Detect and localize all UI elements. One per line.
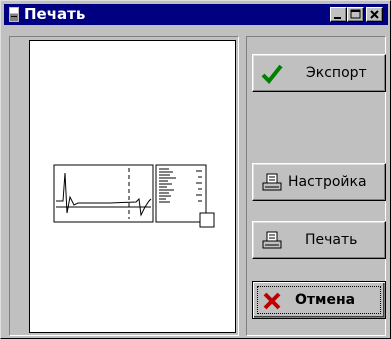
printer-icon: [262, 231, 282, 249]
print-button-label: Печать: [305, 232, 358, 248]
export-button[interactable]: Экспорт: [252, 54, 386, 92]
setup-button-label: Настройка: [288, 174, 367, 190]
printer-app-icon: [9, 7, 19, 22]
preview-panel: [9, 36, 239, 336]
window-title: Печать: [24, 5, 86, 23]
print-dialog-window: Печать Экспорт Настройка Печать Отмена: [0, 0, 391, 339]
x-icon: [263, 292, 281, 310]
minimize-button[interactable]: [330, 7, 347, 22]
print-button[interactable]: Печать: [252, 221, 386, 259]
printer-icon: [262, 173, 282, 191]
preview-graphic: [53, 164, 215, 228]
title-bar[interactable]: Печать: [4, 4, 388, 25]
checkmark-icon: [261, 64, 283, 84]
maximize-icon: [350, 9, 361, 19]
page-preview: [29, 40, 236, 333]
close-icon: [370, 10, 379, 19]
setup-button[interactable]: Настройка: [252, 163, 386, 201]
maximize-button[interactable]: [347, 7, 364, 22]
minimize-icon: [334, 17, 341, 19]
close-button[interactable]: [366, 7, 383, 22]
export-button-label: Экспорт: [306, 65, 367, 81]
cancel-button-label: Отмена: [295, 292, 356, 308]
cancel-button[interactable]: Отмена: [252, 281, 386, 319]
